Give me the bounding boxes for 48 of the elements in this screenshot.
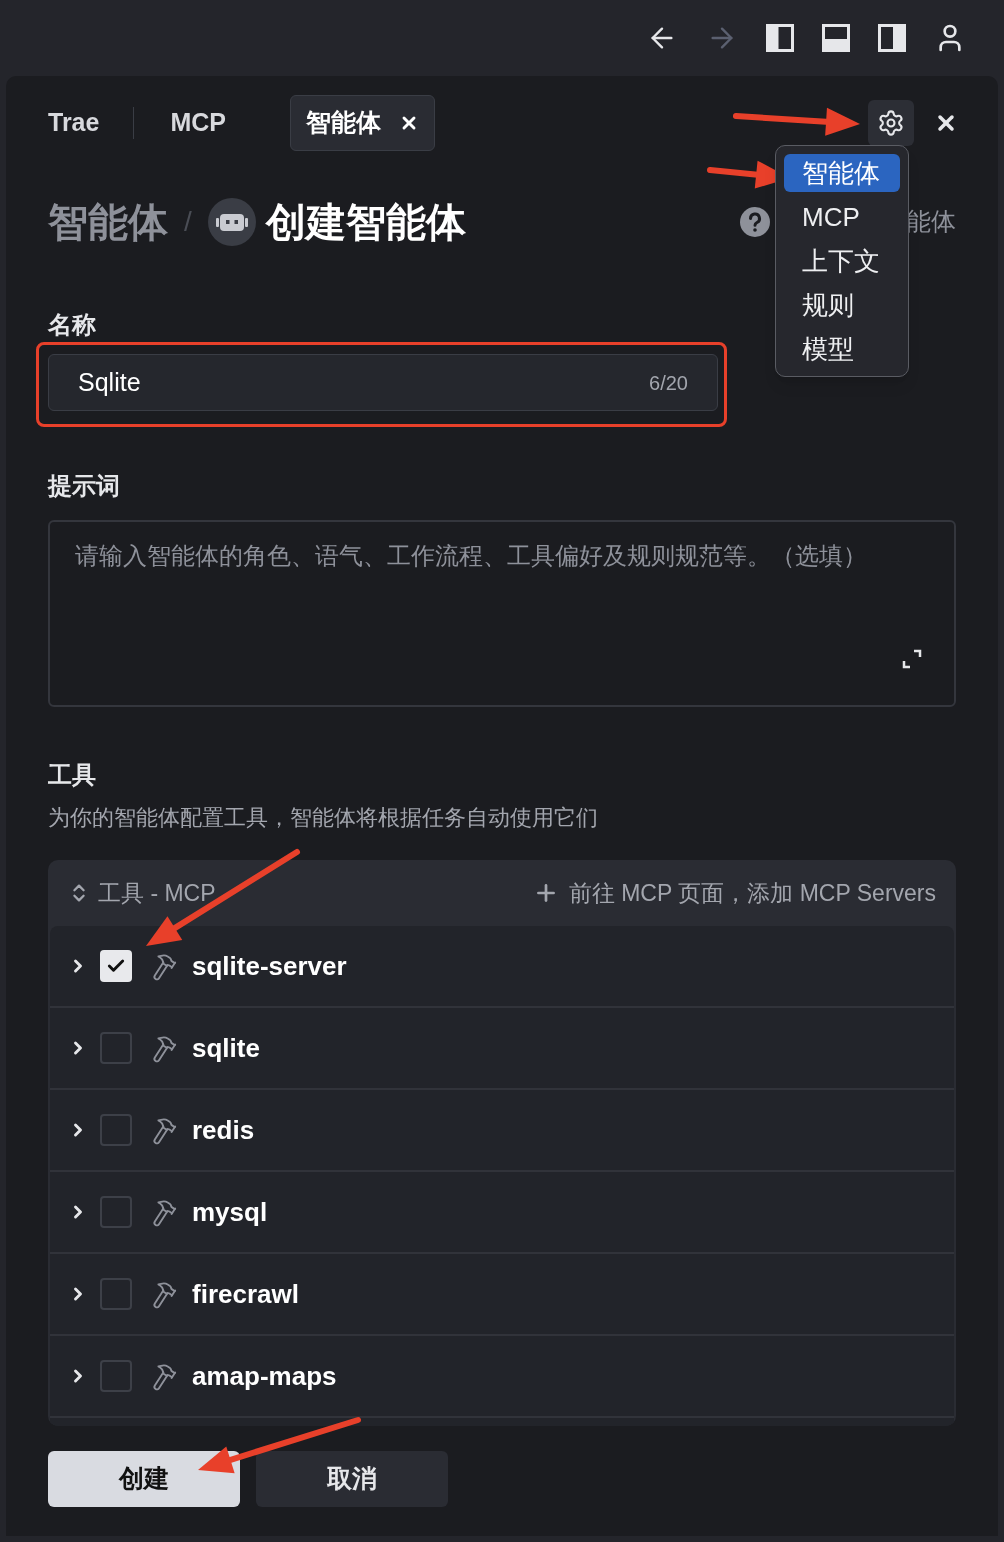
field-label: 提示词 (48, 471, 120, 501)
tool-row[interactable]: redis (50, 1090, 954, 1172)
group-label[interactable]: 工具 - MCP (98, 875, 216, 911)
field-value: Sqlite (78, 366, 142, 398)
expand-icon[interactable] (900, 647, 924, 671)
add-mcp-link[interactable]: 前往 MCP 页面，添加 MCP Servers (568, 875, 936, 911)
name-field[interactable]: Sqlite 6/20 (48, 354, 718, 411)
checkbox[interactable] (100, 1196, 132, 1228)
tool-name: redis (192, 1113, 255, 1147)
section-title: 工具 (48, 760, 96, 790)
tab[interactable]: 智能体 (290, 95, 435, 151)
character-counter: 6/20 (649, 370, 688, 396)
tab[interactable]: MCP (170, 95, 226, 151)
field-label: 名称 (48, 310, 96, 340)
tool-row[interactable]: sqlite (50, 1008, 954, 1090)
tool-row[interactable]: amap-maps (50, 1336, 954, 1418)
tool-name: mysql (192, 1195, 268, 1229)
robot-icon (207, 198, 256, 246)
menu-item[interactable]: MCP (784, 198, 900, 236)
menu-item[interactable]: 上下文 (784, 242, 900, 280)
bottom-panel-icon[interactable] (822, 24, 850, 52)
checkbox[interactable] (100, 1360, 132, 1392)
breadcrumb-link[interactable]: 智能体 (48, 192, 168, 252)
checkbox[interactable] (100, 1114, 132, 1146)
tool-name: sqlite (192, 1031, 260, 1065)
section-description: 为你的智能体配置工具，智能体将根据任务自动使用它们 (48, 804, 598, 832)
right-panel-icon[interactable] (878, 24, 906, 52)
tool-name: firecrawl (192, 1277, 299, 1311)
checkbox[interactable] (100, 950, 132, 982)
prompt-field[interactable]: 请输入智能体的角色、语气、工作流程、工具偏好及规则规范等。（选填） (48, 520, 956, 707)
help-icon[interactable] (740, 207, 770, 237)
tool-name: amap-maps (192, 1359, 337, 1393)
left-panel-icon[interactable] (766, 24, 794, 52)
breadcrumb-separator: / (184, 205, 192, 239)
tool-row[interactable]: firecrawl (50, 1254, 954, 1336)
menu-item[interactable]: 模型 (784, 330, 900, 368)
create-button[interactable]: 创建 (48, 1451, 240, 1507)
menu-item[interactable]: 规则 (784, 286, 900, 324)
checkbox[interactable] (100, 1278, 132, 1310)
menu-item[interactable]: 智能体 (784, 154, 900, 192)
tab[interactable]: Trae (48, 95, 100, 151)
tool-row[interactable]: mysql (50, 1172, 954, 1254)
tool-name: sqlite-server (192, 949, 347, 983)
cancel-button[interactable]: 取消 (256, 1451, 448, 1507)
gear-icon (877, 109, 905, 137)
page-title: 创建智能体 (265, 199, 466, 246)
checkbox[interactable] (100, 1032, 132, 1064)
settings-button[interactable] (868, 100, 914, 146)
